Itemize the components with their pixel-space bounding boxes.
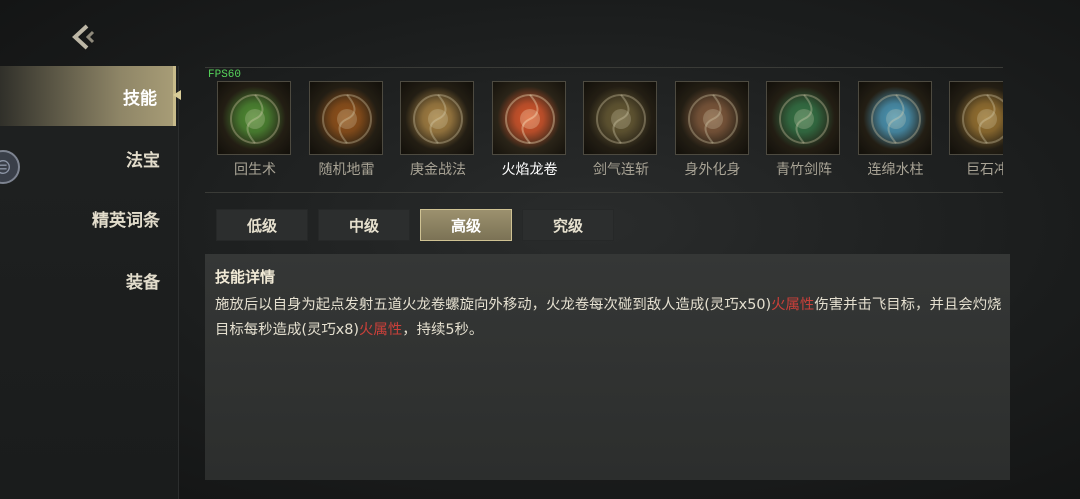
fire-tornado-icon (491, 81, 566, 155)
skill-slot[interactable]: 回生术 (217, 81, 293, 179)
skill-slot[interactable]: 巨石冲 (949, 81, 1003, 179)
sidebar-item-label: 技能 (123, 88, 157, 109)
skill-detail-panel: 技能详情 施放后以自身为起点发射五道火龙卷螺旋向外移动，火龙卷每次碰到敌人造成(… (205, 254, 1010, 480)
healing-swirl-icon (217, 81, 291, 155)
tier-tabs: 低级 中级 高级 究级 (216, 209, 614, 241)
tab-ultimate[interactable]: 究级 (522, 209, 614, 241)
detail-title: 技能详情 (215, 268, 276, 286)
skill-name: 随机地雷 (318, 162, 375, 178)
sidebar-item-label: 精英词条 (92, 210, 160, 231)
fire-element-tag: 火属性 (359, 322, 403, 338)
landmine-orb-icon (308, 81, 383, 155)
clone-figure-icon (674, 81, 749, 155)
tab-low[interactable]: 低级 (216, 209, 308, 241)
boulder-icon (949, 81, 1003, 155)
skill-slot[interactable]: 青竹剑阵 (766, 81, 842, 179)
skill-slot[interactable]: 庚金战法 (400, 81, 476, 179)
skill-name: 青竹剑阵 (776, 162, 832, 178)
sidebar-item-treasure[interactable]: 法宝 (0, 128, 176, 188)
fire-element-tag: 火属性 (771, 297, 815, 313)
sidebar-item-equipment[interactable]: 装备 (0, 250, 176, 310)
skill-name: 身外化身 (684, 162, 741, 178)
skill-slot[interactable]: 剑气连斩 (583, 81, 659, 179)
description-text: ，持续5秒。 (402, 322, 484, 338)
menu-icon (0, 160, 10, 174)
golden-swirl-icon (400, 81, 474, 155)
skill-name: 巨石冲 (966, 162, 1003, 178)
skill-name: 连绵水柱 (867, 162, 924, 178)
skill-slot[interactable]: 身外化身 (674, 81, 751, 179)
sword-slash-icon (583, 81, 657, 155)
skill-slot[interactable]: 随机地雷 (308, 81, 385, 179)
skill-slot[interactable]: 火焰龙卷 (491, 81, 568, 179)
bamboo-sword-icon (766, 81, 840, 155)
skill-icon-strip: FPS60 回生术 随机地雷 庚金战法 火焰龙卷 剑气连斩 身外化身 青竹剑阵 连绵水柱 巨石冲 (205, 67, 1003, 193)
back-arrow-icon (72, 24, 95, 50)
back-button[interactable] (66, 20, 102, 54)
water-pillar-icon (857, 81, 932, 155)
skill-name: 剑气连斩 (593, 162, 649, 178)
sidebar-item-label: 装备 (126, 272, 160, 293)
skill-name: 庚金战法 (410, 162, 466, 178)
skill-slot[interactable]: 连绵水柱 (857, 81, 934, 179)
detail-description: 施放后以自身为起点发射五道火龙卷螺旋向外移动，火龙卷每次碰到敌人造成(灵巧x50… (215, 293, 1005, 343)
category-sidebar: 技能 法宝 精英词条 装备 (0, 66, 179, 499)
fps-counter: FPS60 (208, 69, 242, 81)
sidebar-item-skills[interactable]: 技能 (0, 66, 176, 126)
description-text: 施放后以自身为起点发射五道火龙卷螺旋向外移动，火龙卷每次碰到敌人造成(灵巧x50… (215, 297, 772, 313)
sidebar-item-label: 法宝 (126, 150, 160, 171)
tab-high[interactable]: 高级 (420, 209, 512, 241)
skill-name: 回生术 (234, 162, 276, 178)
sidebar-item-elite-affixes[interactable]: 精英词条 (0, 188, 176, 248)
skill-name: 火焰龙卷 (501, 162, 558, 178)
tab-mid[interactable]: 中级 (318, 209, 410, 241)
